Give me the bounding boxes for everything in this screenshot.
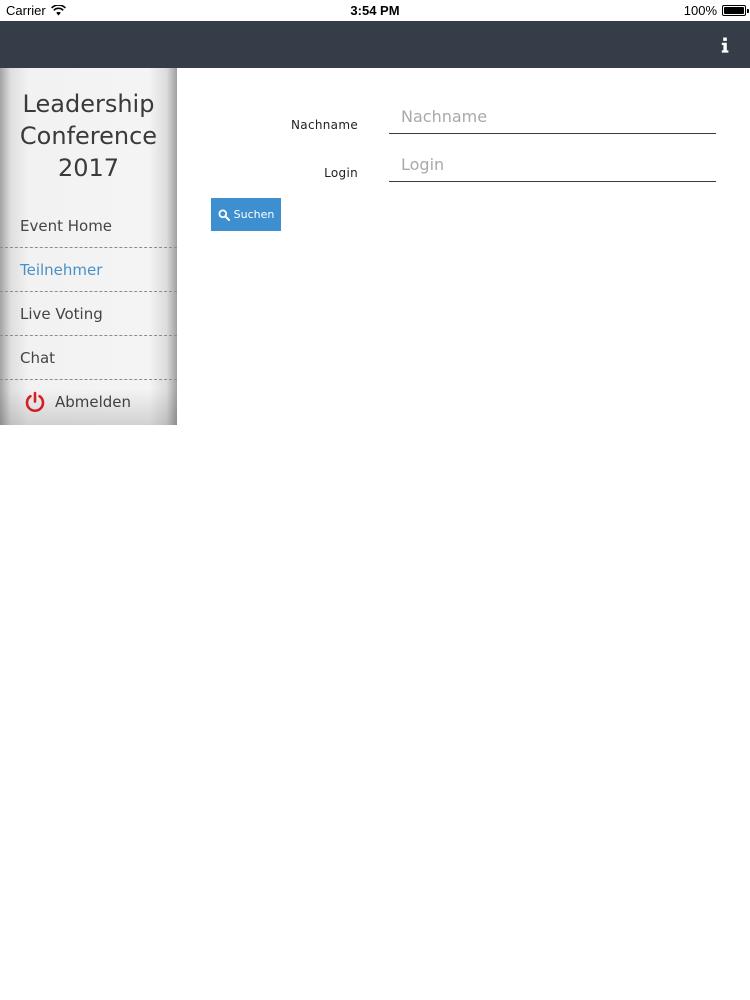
- status-right: 100%: [683, 3, 749, 18]
- sidebar-item-chat[interactable]: Chat: [0, 336, 177, 380]
- status-bar: Carrier 3:54 PM 100%: [0, 0, 750, 21]
- info-button[interactable]: [716, 34, 734, 56]
- lastname-label: Nachname: [291, 118, 358, 132]
- search-button-label: Suchen: [233, 208, 275, 221]
- sidebar-item-live-voting[interactable]: Live Voting: [0, 292, 177, 336]
- logout-label: Abmelden: [55, 393, 132, 411]
- search-button[interactable]: Suchen: [211, 198, 281, 231]
- logout-button[interactable]: Abmelden: [0, 380, 177, 424]
- info-icon: [721, 37, 729, 53]
- lastname-input[interactable]: [389, 100, 716, 134]
- search-icon: [218, 209, 230, 221]
- login-row: Login: [0, 146, 750, 194]
- top-nav-bar: [0, 21, 750, 68]
- lastname-row: Nachname: [0, 98, 750, 146]
- power-icon: [25, 391, 45, 413]
- sidebar-menu: Event Home Teilnehmer Live Voting Chat: [0, 204, 177, 380]
- login-label: Login: [324, 166, 358, 180]
- battery-icon: [722, 5, 749, 16]
- sidebar-item-event-home[interactable]: Event Home: [0, 204, 177, 248]
- status-time: 3:54 PM: [350, 3, 400, 18]
- login-input[interactable]: [389, 148, 716, 182]
- sidebar-item-teilnehmer[interactable]: Teilnehmer: [0, 248, 177, 292]
- battery-percent: 100%: [683, 3, 717, 18]
